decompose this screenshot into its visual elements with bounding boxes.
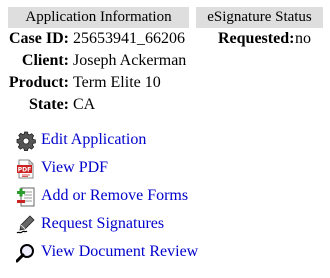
pdf-icon: PDF [16,159,36,179]
product-label: Product: [8,74,69,91]
signature-pen-icon [16,215,36,235]
product-row: Product: Term Elite 10 [0,72,190,94]
svg-text:PDF: PDF [18,167,31,174]
view-pdf-link[interactable]: View PDF [41,157,108,179]
case-id-value: 25653941_66206 [73,30,185,47]
case-id-label: Case ID: [9,30,69,47]
esignature-status-header: eSignature Status [196,7,323,28]
esignature-requested-row: Requested: no [196,28,323,50]
client-row: Client: Joseph Ackerman [0,50,190,72]
state-label: State: [29,96,69,113]
esignature-requested-label: Requested: [218,30,295,47]
edit-application-link[interactable]: Edit Application [41,129,146,151]
client-value: Joseph Ackerman [73,52,187,69]
esignature-requested-value: no [295,30,311,47]
magnifier-icon [16,243,36,263]
add-remove-forms-icon [16,187,36,207]
client-label: Client: [21,52,69,69]
view-document-review-link[interactable]: View Document Review [41,241,198,263]
case-id-row: Case ID: 25653941_66206 [0,28,190,50]
gear-icon [16,131,36,151]
state-value: CA [73,96,96,113]
application-info-header: Application Information [8,7,189,28]
request-signatures-link[interactable]: Request Signatures [41,213,164,235]
add-remove-forms-link[interactable]: Add or Remove Forms [41,185,188,207]
state-row: State: CA [0,94,190,116]
product-value: Term Elite 10 [73,74,161,91]
